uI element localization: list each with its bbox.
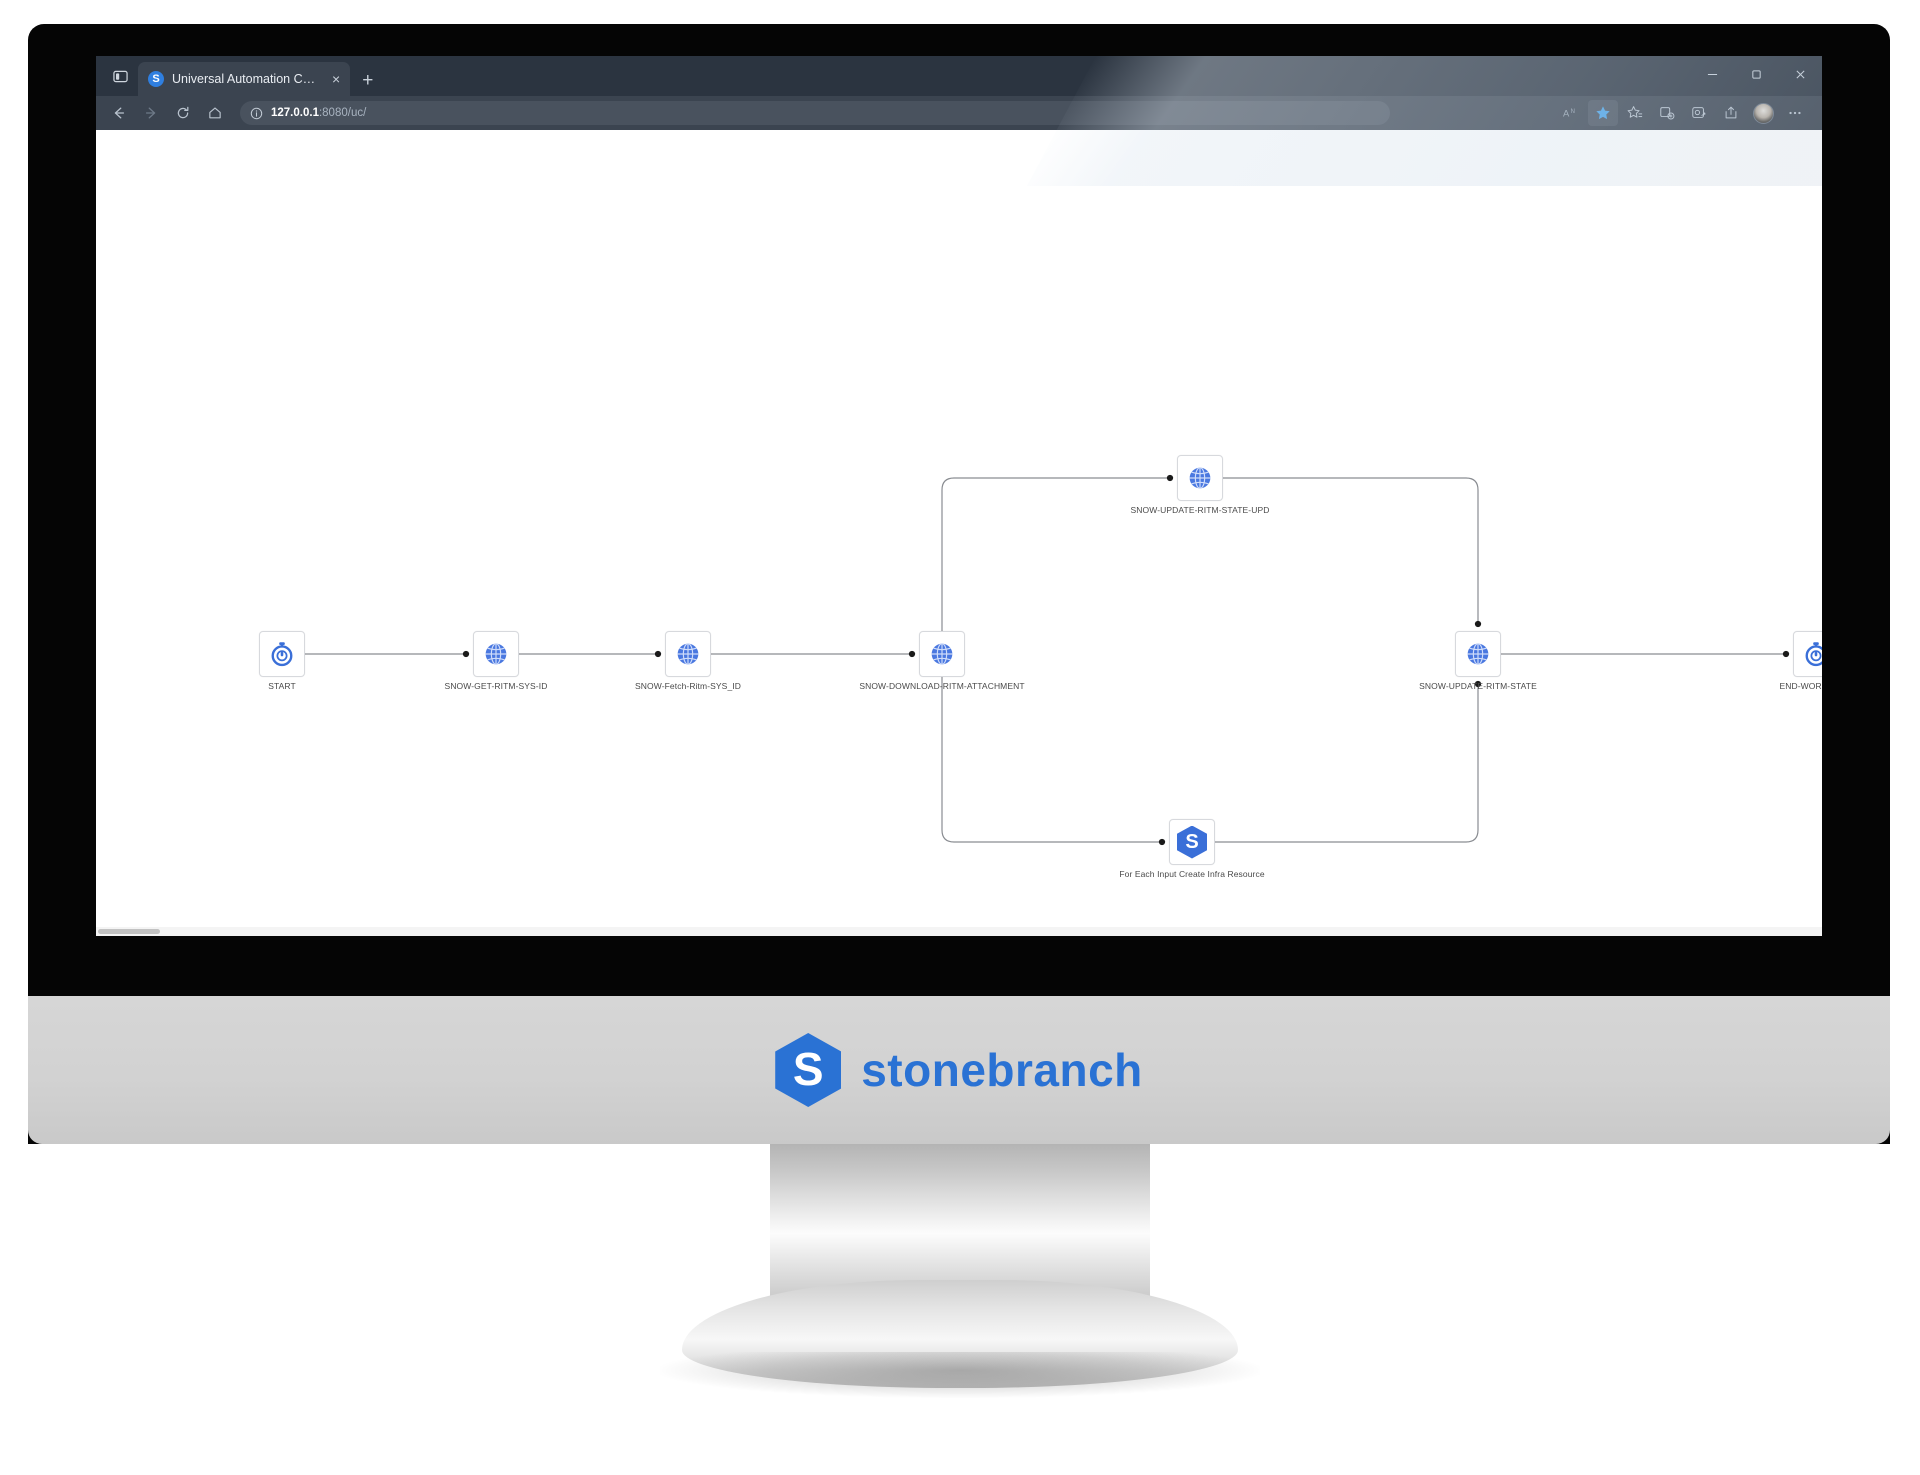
node-label: SNOW-Fetch-Ritm-SYS_ID [635, 681, 741, 691]
workflow-canvas[interactable]: START SNOW-GET-RITM-SYS-ID SNOW-Fetch-Ri… [96, 130, 1822, 936]
node-label: SNOW-DOWNLOAD-RITM-ATTACHMENT [859, 681, 1025, 691]
url-host: 127.0.0.1 [271, 107, 319, 119]
node-box[interactable] [1793, 631, 1822, 677]
globe-icon [1467, 643, 1489, 665]
globe-icon [931, 643, 953, 665]
node-box[interactable] [919, 631, 965, 677]
node-box[interactable] [1455, 631, 1501, 677]
minimize-button[interactable] [1690, 56, 1734, 92]
avatar [1752, 102, 1774, 124]
workflow-node-end[interactable]: END-WORKFLOW [1780, 631, 1822, 691]
svg-text:A: A [1563, 108, 1570, 118]
home-button[interactable] [200, 100, 230, 126]
info-circle-icon [250, 107, 263, 119]
hex-letter: S [1185, 831, 1199, 853]
node-box[interactable] [1177, 455, 1223, 501]
horizontal-scrollbar[interactable] [96, 927, 1822, 936]
globe-icon [485, 643, 507, 665]
workflow-node-update-state[interactable]: SNOW-UPDATE-RITM-STATE [1419, 631, 1537, 691]
browser-toolbar-actions: AN [1556, 100, 1814, 126]
node-label: For Each Input Create Infra Resource [1119, 869, 1265, 879]
stonebranch-wordmark: stonebranch [861, 1044, 1143, 1096]
read-aloud-icon[interactable]: AN [1556, 100, 1586, 126]
ellipsis-icon[interactable] [1780, 100, 1810, 126]
monitor-stand-shadow [660, 1352, 1260, 1398]
node-box[interactable]: S [1169, 819, 1215, 865]
browser-nav-bar: 127.0.0.1:8080/uc/ AN [96, 96, 1822, 130]
workflow-node-download[interactable]: SNOW-DOWNLOAD-RITM-ATTACHMENT [859, 631, 1025, 691]
tab-title: Universal Automation Center [172, 72, 322, 86]
browser-tab-strip: S Universal Automation Center × + [96, 56, 1822, 96]
svg-text:N: N [1570, 109, 1574, 115]
close-icon[interactable]: × [332, 72, 340, 86]
node-label: START [268, 681, 296, 691]
screenshot-stage: S Universal Automation Center × + 127.0.… [0, 0, 1920, 1475]
window-controls [1690, 56, 1822, 96]
share-icon[interactable] [1716, 100, 1746, 126]
workflow-node-state-upd[interactable]: SNOW-UPDATE-RITM-STATE-UPD [1131, 455, 1269, 515]
browser-tab[interactable]: S Universal Automation Center × [138, 62, 351, 96]
page-content: START SNOW-GET-RITM-SYS-ID SNOW-Fetch-Ri… [96, 130, 1822, 936]
stonebranch-hex-icon: S [775, 1033, 842, 1107]
monitor-screen: S Universal Automation Center × + 127.0.… [96, 56, 1822, 936]
workflow-node-start[interactable]: START [259, 631, 305, 691]
stonebranch-hex-icon: S [1177, 825, 1207, 859]
node-box[interactable] [665, 631, 711, 677]
node-label: SNOW-UPDATE-RITM-STATE-UPD [1130, 505, 1270, 515]
logo-hex-letter: S [792, 1043, 824, 1095]
avatar-icon[interactable] [1748, 100, 1778, 126]
star-filled-icon[interactable] [1588, 100, 1618, 126]
collections-icon[interactable] [1652, 100, 1682, 126]
url-path: :8080/uc/ [318, 107, 367, 119]
url-text: 127.0.0.1:8080/uc/ [271, 107, 366, 119]
address-bar[interactable]: 127.0.0.1:8080/uc/ [240, 101, 1390, 125]
star-list-icon[interactable] [1620, 100, 1650, 126]
workflow-node-for-each[interactable]: S For Each Input Create Infra Resource [1119, 819, 1265, 879]
globe-icon [677, 643, 699, 665]
stonebranch-logo: S stonebranch [28, 996, 1890, 1144]
globe-icon [1189, 467, 1211, 489]
screenshot-icon[interactable] [1684, 100, 1714, 126]
node-box[interactable] [473, 631, 519, 677]
refresh-button[interactable] [168, 100, 198, 126]
workflow-edges [305, 474, 1790, 846]
new-tab-button[interactable]: + [362, 70, 373, 92]
forward-button[interactable] [136, 100, 166, 126]
monitor-chin: S stonebranch [28, 996, 1890, 1144]
scrollbar-thumb[interactable] [98, 929, 160, 934]
node-label: SNOW-UPDATE-RITM-STATE [1419, 681, 1537, 691]
back-button[interactable] [104, 100, 134, 126]
maximize-button[interactable] [1734, 56, 1778, 92]
stopwatch-icon [271, 642, 293, 667]
workflow-node-fetch-sysid[interactable]: SNOW-Fetch-Ritm-SYS_ID [635, 631, 741, 691]
node-label: SNOW-GET-RITM-SYS-ID [444, 681, 548, 691]
node-box[interactable] [259, 631, 305, 677]
node-label: END-WORKFLOW [1779, 681, 1822, 691]
tab-list-icon[interactable] [102, 59, 138, 93]
stopwatch-icon [1805, 642, 1822, 667]
close-button[interactable] [1778, 56, 1822, 92]
workflow-node-get-sysid[interactable]: SNOW-GET-RITM-SYS-ID [445, 631, 547, 691]
tab-favicon: S [148, 71, 164, 87]
